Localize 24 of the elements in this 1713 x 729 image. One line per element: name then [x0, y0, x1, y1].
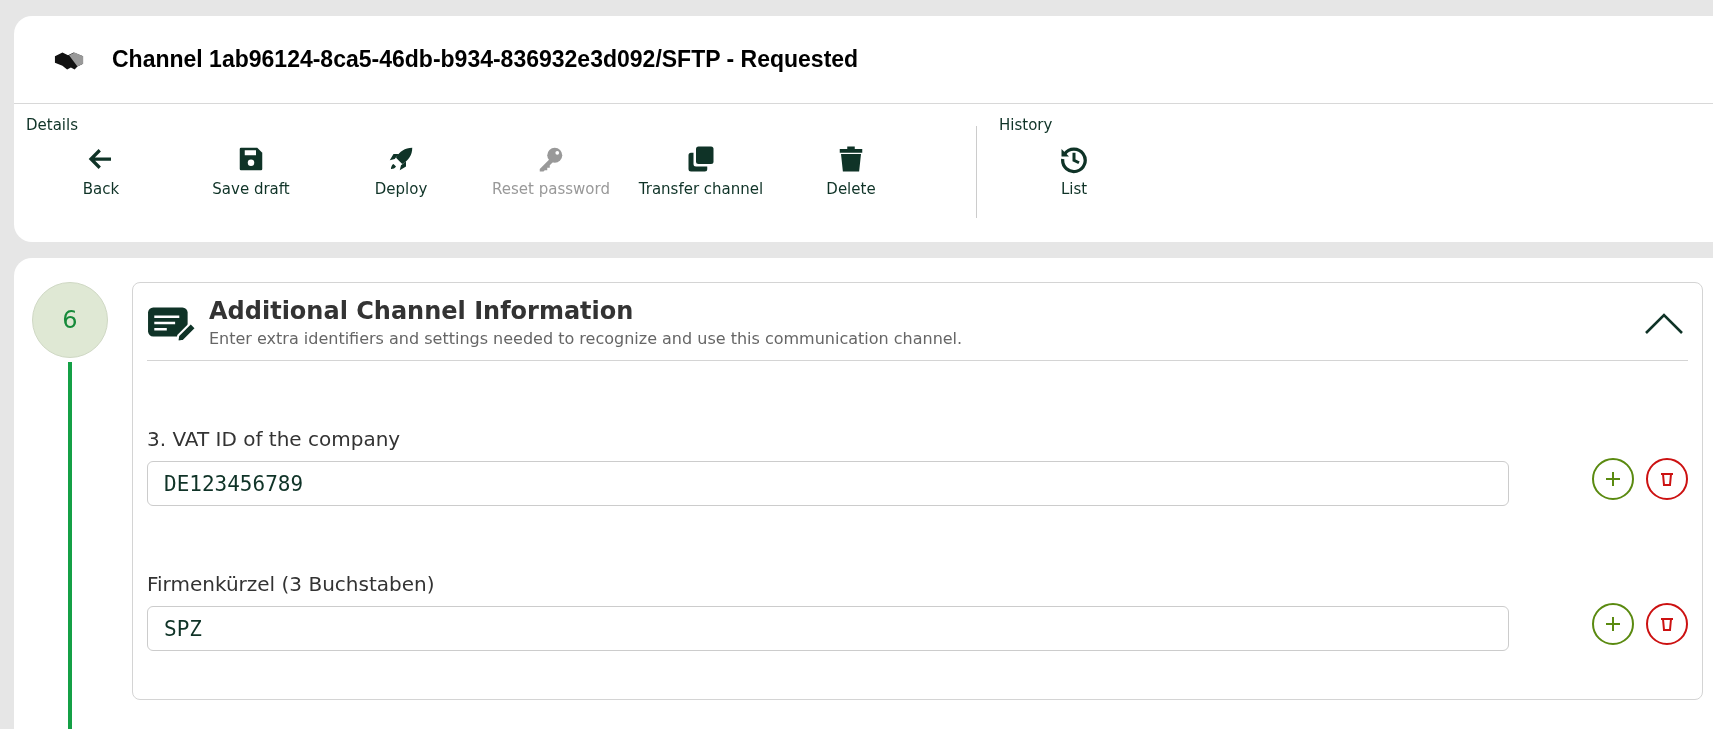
delete-button[interactable] [1646, 603, 1688, 645]
group-label: Details [26, 116, 79, 134]
add-button[interactable] [1592, 603, 1634, 645]
section-title: Additional Channel Information [209, 297, 635, 325]
field-label: 3. VAT ID of the company [147, 427, 402, 451]
history-icon [1059, 144, 1089, 174]
plus-icon [1603, 614, 1623, 634]
toolbar-button[interactable]: List [999, 140, 1149, 202]
input-field[interactable]: SPZ [147, 606, 1509, 651]
step-number: 6 [32, 282, 108, 358]
plus-icon [1603, 469, 1623, 489]
field-label: Firmenkürzel (3 Buchstaben) [147, 572, 436, 596]
toolbar-button[interactable]: Back [26, 140, 176, 202]
copy-icon [686, 144, 716, 174]
page-title: Channel 1ab96124-8ca5-46db-b934-836932e3d092/SFTP - Requested [112, 46, 859, 73]
delete-button[interactable] [1646, 458, 1688, 500]
toolbar-button[interactable]: Save draft [176, 140, 326, 202]
add-button[interactable] [1592, 458, 1634, 500]
toolbar-button[interactable]: Delete [776, 140, 926, 202]
toolbar-button[interactable]: Transfer channel [626, 140, 776, 202]
input-field[interactable]: DE123456789 [147, 461, 1509, 506]
toolbar-button[interactable]: Deploy [326, 140, 476, 202]
section-description: Enter extra identifiers and settings needed to recognize and use this communication channel. [209, 329, 964, 348]
group-label: History [999, 116, 1054, 134]
